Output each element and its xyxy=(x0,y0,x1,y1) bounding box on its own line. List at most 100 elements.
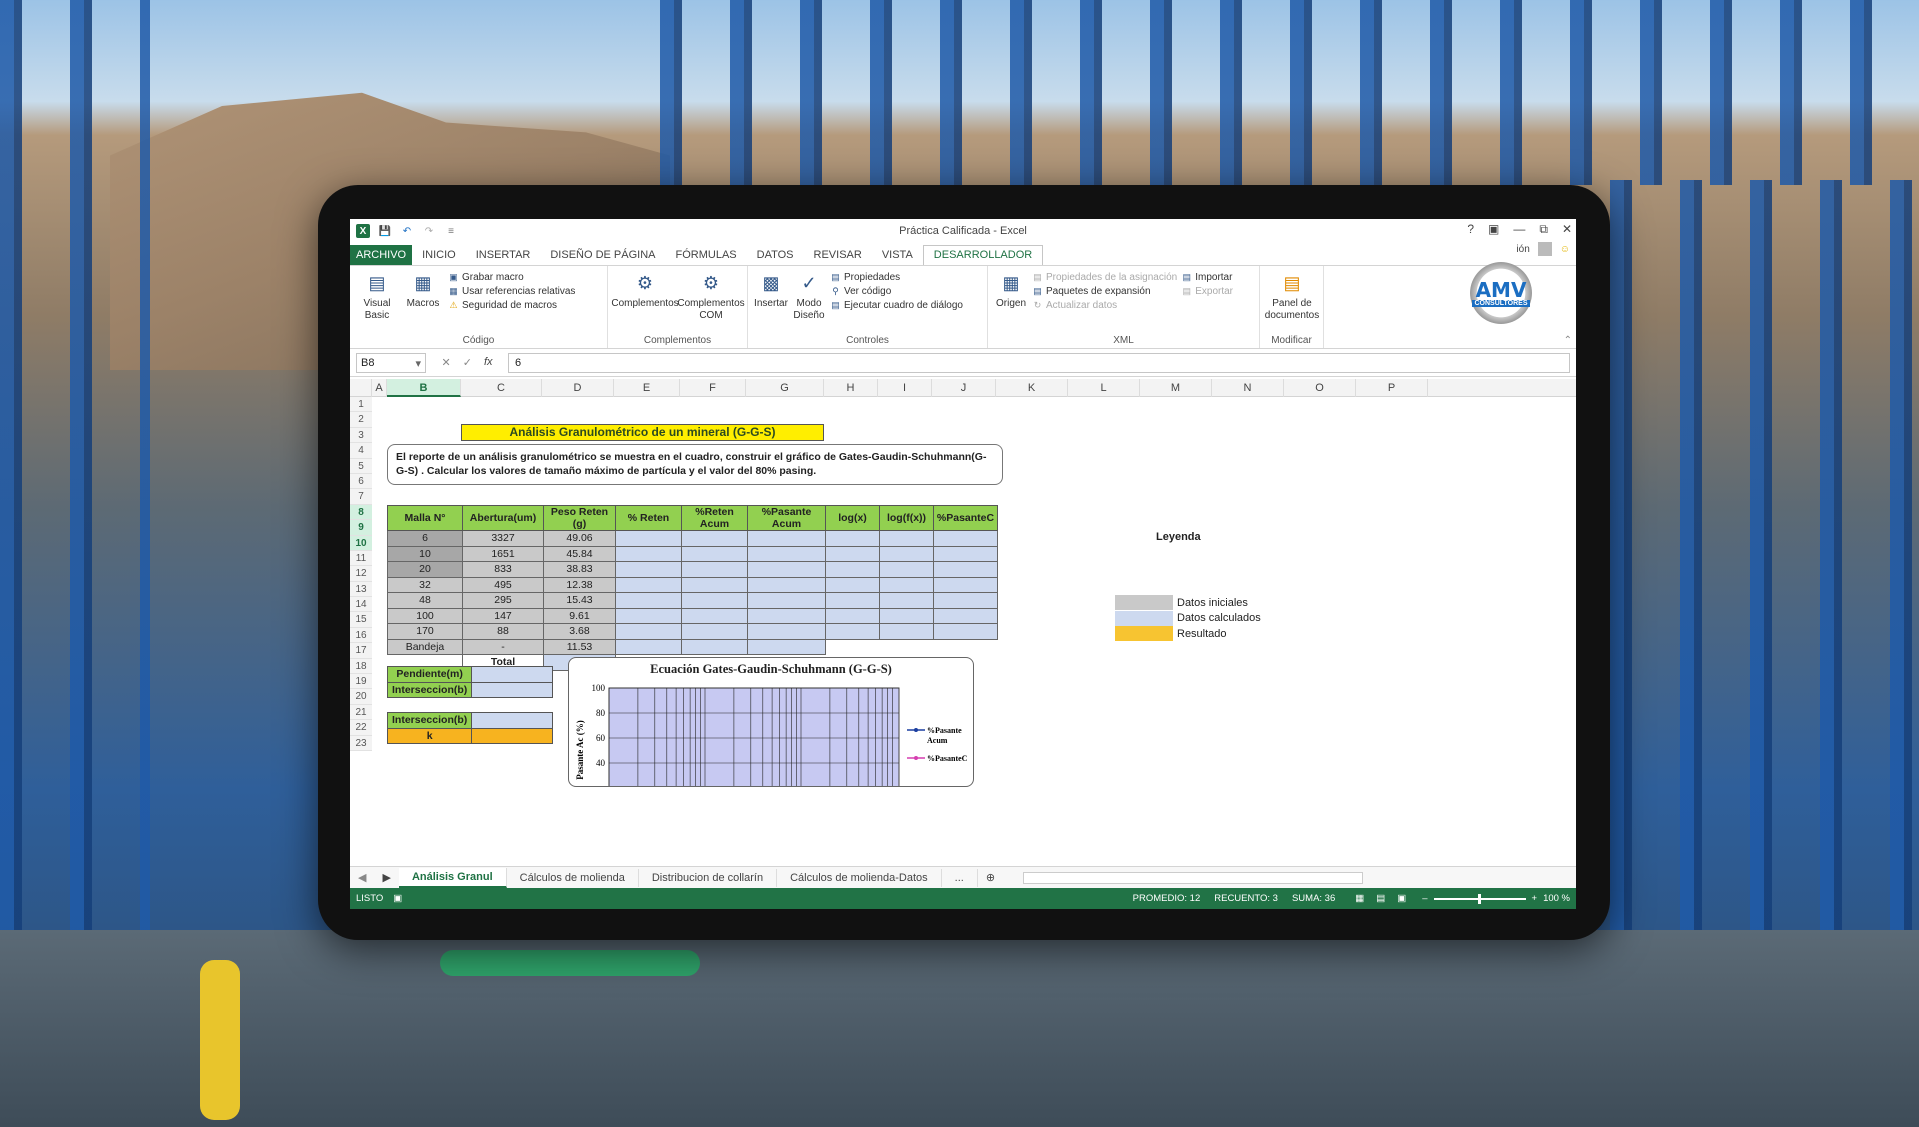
col-b[interactable]: B xyxy=(387,379,461,397)
cell[interactable] xyxy=(615,561,682,578)
cell[interactable] xyxy=(747,576,826,593)
row-header[interactable]: 14 xyxy=(350,597,372,613)
cell[interactable]: 170 xyxy=(387,623,463,640)
col-f[interactable]: F xyxy=(680,379,746,397)
ribbon-display-icon[interactable]: ▣ xyxy=(1488,222,1499,237)
row-header[interactable]: 5 xyxy=(350,458,372,474)
row-header[interactable]: 2 xyxy=(350,412,372,428)
col-k[interactable]: K xyxy=(996,379,1068,397)
redo-icon[interactable]: ↷ xyxy=(422,224,436,238)
cell[interactable]: 32 xyxy=(387,576,463,593)
cell[interactable]: 12.38 xyxy=(543,576,616,593)
collapse-ribbon-icon[interactable]: ⌃ xyxy=(1564,335,1572,346)
tab-formulas[interactable]: FÓRMULAS xyxy=(666,246,747,265)
sheet-tab-analisis[interactable]: Análisis Granul xyxy=(398,867,507,888)
col-e[interactable]: E xyxy=(614,379,680,397)
normal-view-icon[interactable]: ▦ xyxy=(1355,893,1364,904)
cell[interactable] xyxy=(879,592,934,609)
cell[interactable] xyxy=(933,545,998,562)
horizontal-scrollbar[interactable] xyxy=(1023,871,1364,884)
macro-security-button[interactable]: ⚠ Seguridad de macros xyxy=(448,300,575,311)
cell[interactable] xyxy=(825,561,880,578)
col-d[interactable]: D xyxy=(542,379,614,397)
cell[interactable] xyxy=(615,545,682,562)
row-header[interactable]: 18 xyxy=(350,658,372,675)
cell[interactable] xyxy=(747,592,826,609)
row-header[interactable]: 11 xyxy=(350,550,372,567)
tab-vista[interactable]: VISTA xyxy=(872,246,923,265)
cell[interactable] xyxy=(615,530,682,547)
cell[interactable] xyxy=(933,623,998,640)
cell[interactable]: 11.53 xyxy=(543,638,616,655)
cell[interactable]: 1651 xyxy=(462,545,544,562)
col-n[interactable]: N xyxy=(1212,379,1284,397)
cell[interactable]: 49.06 xyxy=(543,530,616,547)
cell[interactable] xyxy=(681,576,748,593)
tab-insertar[interactable]: INSERTAR xyxy=(466,246,541,265)
cell[interactable] xyxy=(681,623,748,640)
row-header[interactable]: 3 xyxy=(350,427,372,444)
row-header[interactable]: 15 xyxy=(350,612,372,628)
page-layout-icon[interactable]: ▤ xyxy=(1376,893,1385,904)
header-logfx[interactable]: log(f(x)) xyxy=(879,505,934,531)
minimize-icon[interactable]: — xyxy=(1513,222,1525,237)
col-o[interactable]: O xyxy=(1284,379,1356,397)
save-icon[interactable]: 💾 xyxy=(378,224,392,238)
cell[interactable]: 6 xyxy=(387,530,463,547)
tab-inicio[interactable]: INICIO xyxy=(412,246,466,265)
header-abertura[interactable]: Abertura(um) xyxy=(462,505,544,531)
smiley-icon[interactable]: ☺ xyxy=(1560,244,1570,255)
cell[interactable] xyxy=(933,639,998,655)
cell[interactable] xyxy=(825,545,880,562)
col-l[interactable]: L xyxy=(1068,379,1140,397)
cell[interactable] xyxy=(933,607,998,624)
tab-datos[interactable]: DATOS xyxy=(747,246,804,265)
cell[interactable] xyxy=(681,561,748,578)
cell[interactable]: 295 xyxy=(462,592,544,609)
header-peso[interactable]: Peso Reten (g) xyxy=(543,505,616,531)
col-g[interactable]: G xyxy=(746,379,824,397)
cell[interactable]: 15.43 xyxy=(543,592,616,609)
ggs-chart[interactable]: Ecuación Gates-Gaudin-Schuhmann (G-G-S) … xyxy=(568,657,974,787)
cell[interactable]: 495 xyxy=(462,576,544,593)
header-pasantec[interactable]: %PasanteC xyxy=(933,505,998,531)
view-code-button[interactable]: ⚲ Ver código xyxy=(830,286,963,297)
insert-function-button[interactable]: fx xyxy=(484,356,493,369)
cell[interactable] xyxy=(825,607,880,624)
cell[interactable]: 45.84 xyxy=(543,545,616,562)
cancel-icon[interactable]: ✕ xyxy=(442,356,451,369)
interseccion-label[interactable]: Interseccion(b) xyxy=(386,681,473,698)
cell[interactable]: - xyxy=(462,638,544,655)
cell[interactable] xyxy=(747,607,826,624)
cell[interactable] xyxy=(825,592,880,609)
cell[interactable]: 88 xyxy=(462,623,544,640)
row-header[interactable]: 9 xyxy=(350,520,372,536)
cell[interactable] xyxy=(879,623,934,640)
import-button[interactable]: ▤ Importar xyxy=(1181,272,1233,283)
cell[interactable] xyxy=(879,607,934,624)
cell[interactable] xyxy=(681,638,748,655)
cell[interactable]: 38.83 xyxy=(543,561,616,578)
export-button[interactable]: ▤ Exportar xyxy=(1181,286,1233,297)
cell[interactable]: 833 xyxy=(462,561,544,578)
cell[interactable]: 9.61 xyxy=(543,607,616,624)
k-value[interactable] xyxy=(471,727,554,744)
cell[interactable] xyxy=(615,576,682,593)
cell[interactable] xyxy=(615,607,682,624)
tab-diseno-pagina[interactable]: DISEÑO DE PÁGINA xyxy=(540,246,665,265)
cell[interactable] xyxy=(747,638,826,655)
customize-toolbar-icon[interactable]: ≡ xyxy=(444,224,458,238)
cell[interactable] xyxy=(825,576,880,593)
row-header[interactable]: 21 xyxy=(350,704,372,721)
worksheet-grid[interactable]: A B C D E F G H I J K L M N O P 1 2 3 4 … xyxy=(350,377,1576,787)
header-malla[interactable]: Malla N° xyxy=(387,505,463,531)
expansion-packs-button[interactable]: ▤ Paquetes de expansión xyxy=(1032,286,1177,297)
macro-record-icon[interactable]: ▣ xyxy=(393,893,402,904)
cell[interactable] xyxy=(681,545,748,562)
row-header[interactable]: 19 xyxy=(350,674,372,690)
row-header[interactable]: 22 xyxy=(350,720,372,736)
enter-icon[interactable]: ✓ xyxy=(463,356,472,369)
refresh-data-button[interactable]: ↻ Actualizar datos xyxy=(1032,300,1177,311)
cell[interactable] xyxy=(747,623,826,640)
row-header[interactable]: 13 xyxy=(350,581,372,598)
